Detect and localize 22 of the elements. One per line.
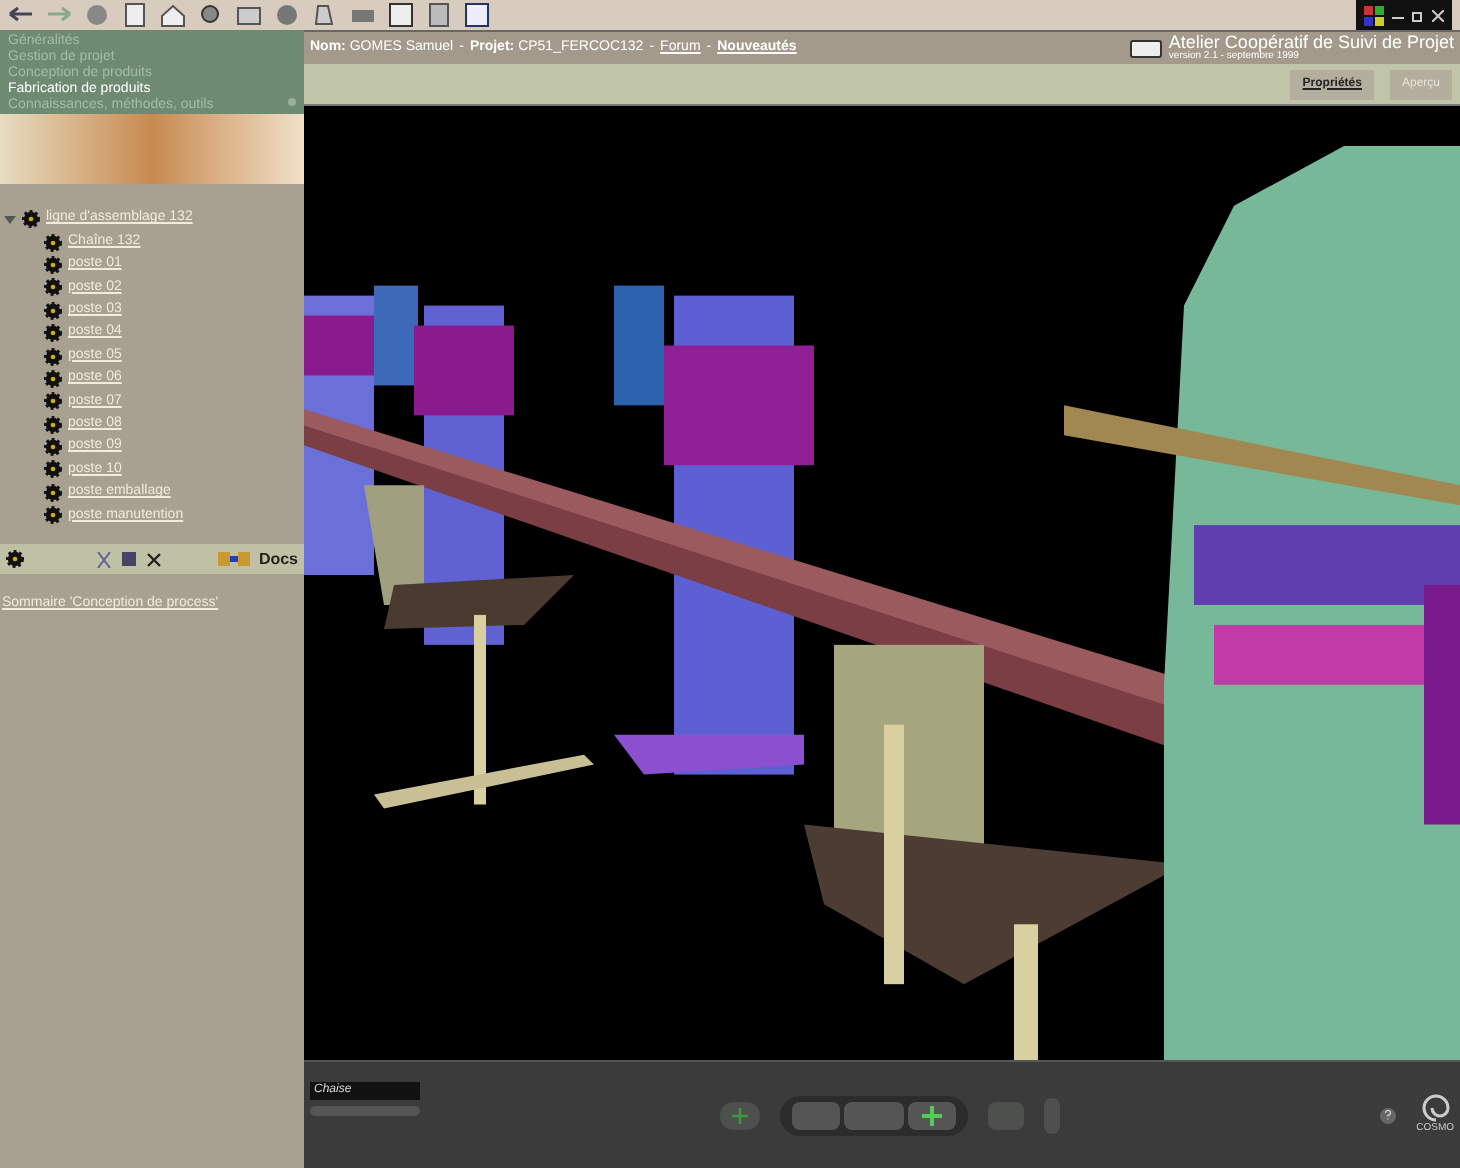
cut-icon[interactable]: [96, 551, 112, 567]
delete-icon[interactable]: [146, 551, 162, 567]
spiral-logo-icon: [1419, 1093, 1452, 1122]
gear-button-icon: [6, 550, 24, 568]
window-icon[interactable]: [464, 2, 490, 28]
gears-icon: [22, 210, 40, 229]
page-icon[interactable]: [426, 2, 452, 28]
windows-logo-icon: [1364, 5, 1384, 25]
collapse-arrow-icon[interactable]: [4, 213, 16, 226]
crosshair-icon: [732, 1107, 748, 1123]
binoculars-icon[interactable]: [218, 550, 251, 568]
help-icon: [1384, 1110, 1393, 1120]
docs-label: Docs: [258, 547, 298, 571]
close-icon[interactable]: [1432, 9, 1444, 21]
app-title: Atelier Coopératif de Suivi de Projet: [1168, 34, 1454, 52]
move-button[interactable]: [908, 1101, 956, 1129]
search-icon[interactable]: [198, 2, 224, 28]
restore-icon[interactable]: [1412, 9, 1424, 21]
pan-button[interactable]: [720, 1101, 760, 1129]
move-arrows-icon: [922, 1105, 942, 1125]
paste-icon[interactable]: [120, 550, 138, 568]
help-button[interactable]: [1380, 1107, 1397, 1123]
